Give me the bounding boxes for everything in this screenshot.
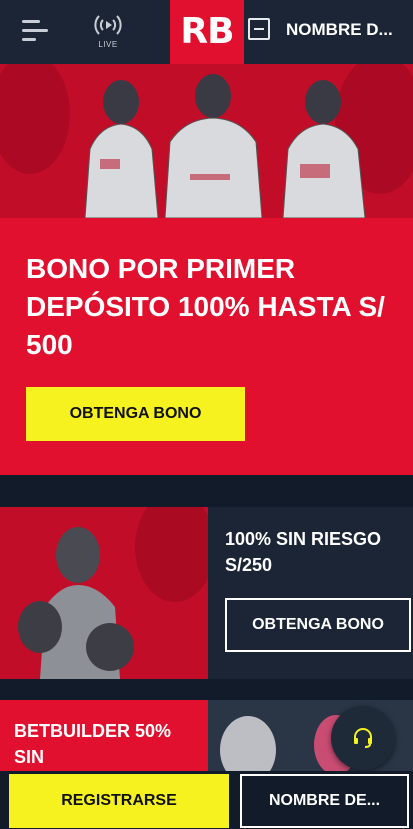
header-login-label: NOMBRE D... xyxy=(286,20,393,39)
register-button[interactable]: REGISTRARSE xyxy=(9,774,229,828)
login-button[interactable]: NOMBRE DE... xyxy=(240,774,409,828)
players-image xyxy=(0,64,413,218)
top-navigation-bar: LIVE RB NOMBRE D... xyxy=(0,0,413,64)
key-icon xyxy=(248,18,270,40)
hamburger-icon[interactable] xyxy=(22,20,50,42)
risk-free-promo-title: 100% SIN RIESGO S/250 xyxy=(225,529,382,575)
header-login-button[interactable]: NOMBRE D... xyxy=(248,14,408,46)
welcome-bonus-banner: BONO POR PRIMER DEPÓSITO 100% HASTA S/ 5… xyxy=(0,64,413,475)
headset-icon xyxy=(354,728,372,748)
hero-claim-bonus-button[interactable]: OBTENGA BONO xyxy=(26,387,245,441)
live-label: LIVE xyxy=(98,40,118,49)
bottom-action-bar: REGISTRARSE NOMBRE DE... xyxy=(0,771,413,829)
live-button[interactable]: LIVE xyxy=(88,12,128,52)
live-broadcast-icon xyxy=(94,15,122,35)
hero-title: BONO POR PRIMER DEPÓSITO 100% HASTA S/ 5… xyxy=(26,253,385,360)
support-chat-button[interactable] xyxy=(331,706,395,770)
betbuilder-promo-title: BETBUILDER 50% SIN xyxy=(14,721,172,767)
risk-free-claim-bonus-button[interactable]: OBTENGA BONO xyxy=(225,598,411,652)
risk-free-promo-card: 100% SIN RIESGO S/250 OBTENGA BONO xyxy=(0,507,413,679)
boxer-image xyxy=(0,507,208,679)
brand-logo[interactable]: RB xyxy=(170,0,244,64)
